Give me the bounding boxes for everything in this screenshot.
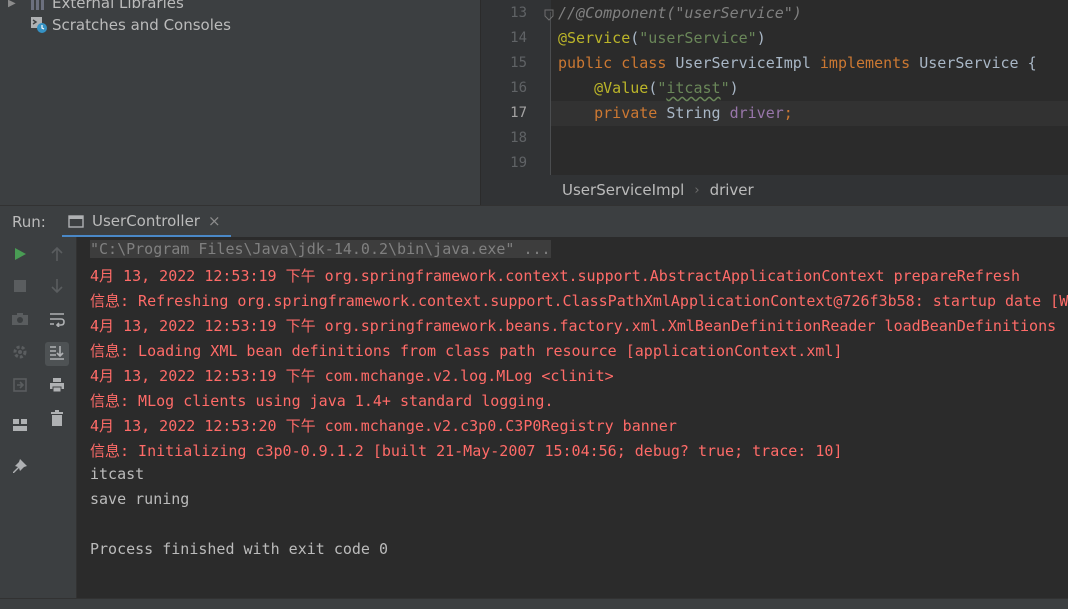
console-line-stderr: 信息: Loading XML bean definitions from cl… — [90, 342, 843, 360]
line-number: 13 — [510, 5, 527, 21]
arrow-down-icon — [50, 278, 64, 299]
fold-marker-icon[interactable] — [544, 6, 554, 21]
code-line-13: //@Component("userService") — [558, 4, 802, 22]
keyword-token: private — [594, 104, 667, 122]
run-label: Run: — [12, 213, 46, 231]
bottom-tool-bar — [0, 598, 1068, 609]
layout-icon — [12, 418, 28, 437]
play-icon — [13, 247, 27, 266]
printer-icon — [49, 377, 65, 398]
console-line-stderr: 信息: MLog clients using java 1.4+ standar… — [90, 392, 554, 410]
string-token-spellcheck: itcast — [666, 79, 721, 97]
annotation-token: @Value — [594, 79, 649, 97]
tree-item-label: External Libraries — [52, 0, 184, 12]
scroll-to-end-button[interactable] — [45, 342, 69, 366]
scroll-to-end-icon — [49, 344, 65, 365]
code-line-16: @Value("itcast") — [558, 79, 739, 97]
console-line-stderr: 4月 13, 2022 12:53:20 下午 com.mchange.v2.c… — [90, 417, 677, 435]
library-icon — [30, 0, 46, 10]
line-number: 14 — [510, 30, 527, 46]
fold-guide — [550, 12, 551, 175]
stop-icon — [14, 279, 26, 297]
semicolon-token: ; — [783, 104, 793, 122]
keyword-token: implements — [819, 54, 920, 72]
code-line-17: private String driver; — [558, 104, 793, 122]
field-token: driver — [729, 104, 784, 122]
exit-button[interactable] — [8, 375, 32, 399]
breadcrumb-separator: › — [694, 182, 700, 198]
previous-occurrence-button[interactable] — [45, 244, 69, 268]
breadcrumb-item-class[interactable]: UserServiceImpl — [562, 181, 684, 199]
soft-wrap-icon — [49, 311, 65, 332]
string-token: "userService" — [639, 29, 757, 47]
paren-token: ( — [648, 79, 658, 97]
line-number: 15 — [510, 55, 527, 71]
dump-threads-button[interactable] — [8, 309, 32, 333]
camera-icon — [11, 312, 29, 331]
next-occurrence-button[interactable] — [45, 276, 69, 300]
clear-all-button[interactable] — [45, 408, 69, 432]
annotation-token: @Service — [558, 29, 631, 47]
console-tab-icon — [68, 214, 84, 228]
arrow-up-icon — [50, 246, 64, 267]
run-toolbar-primary — [0, 237, 40, 608]
comment-text: //@Component("userService") — [558, 4, 802, 22]
console-line-command: "C:\Program Files\Java\jdk-14.0.2\bin\ja… — [90, 240, 551, 258]
run-tool-window-header: Run: UserController × — [0, 205, 1068, 238]
code-editor[interactable]: 13 14 15 16 17 18 19 //@Component("userS… — [481, 0, 1068, 175]
console-line-stderr: 4月 13, 2022 12:53:19 下午 com.mchange.v2.l… — [90, 367, 614, 385]
line-number: 18 — [510, 130, 527, 146]
console-line-stderr: 信息: Initializing c3p0-0.9.1.2 [built 21-… — [90, 442, 843, 460]
tab-user-controller[interactable]: UserController × — [62, 206, 231, 238]
type-token: String — [666, 104, 730, 122]
run-toolbar-secondary — [40, 237, 77, 608]
trash-icon — [50, 409, 64, 431]
soft-wrap-button[interactable] — [45, 309, 69, 333]
exit-icon — [12, 377, 28, 398]
console-output[interactable]: "C:\Program Files\Java\jdk-14.0.2\bin\ja… — [77, 237, 1068, 608]
tab-label: UserController — [92, 211, 200, 230]
tree-item-label: Scratches and Consoles — [52, 16, 231, 34]
project-tree-panel: ▶ External Libraries Scratches and Conso… — [0, 0, 480, 205]
console-line-stdout: save runing — [90, 490, 190, 508]
paren-token: ) — [756, 29, 766, 47]
line-number-current: 17 — [510, 105, 527, 121]
expand-arrow-icon[interactable]: ▶ — [8, 0, 16, 9]
console-line-stderr: 信息: Refreshing org.springframework.conte… — [90, 292, 1068, 310]
paren-token: ( — [630, 29, 640, 47]
console-line-stdout: itcast — [90, 465, 145, 483]
pin-icon — [12, 458, 28, 480]
tree-item-scratches-and-consoles[interactable]: Scratches and Consoles — [30, 14, 231, 36]
console-line-stderr: 4月 13, 2022 12:53:19 下午 org.springframew… — [90, 317, 1057, 335]
interface-token: UserService { — [919, 54, 1037, 72]
print-button[interactable] — [45, 375, 69, 399]
line-number: 19 — [510, 155, 527, 171]
gear-icon — [12, 344, 28, 365]
rerun-button[interactable] — [8, 244, 32, 268]
console-line-exit: Process finished with exit code 0 — [90, 540, 389, 558]
settings-button[interactable] — [8, 342, 32, 366]
breadcrumb: UserServiceImpl › driver — [481, 175, 1068, 205]
line-number: 16 — [510, 80, 527, 96]
breadcrumb-item-field[interactable]: driver — [710, 181, 754, 199]
paren-token: ) — [729, 79, 739, 97]
stop-button[interactable] — [8, 276, 32, 300]
class-name-token: UserServiceImpl — [675, 54, 820, 72]
keyword-token: public class — [558, 54, 676, 72]
code-line-15: public class UserServiceImpl implements … — [558, 54, 1037, 72]
tree-item-external-libraries[interactable]: ▶ External Libraries — [8, 0, 184, 14]
console-line-stderr: 4月 13, 2022 12:53:19 下午 org.springframew… — [90, 267, 1021, 285]
pin-button[interactable] — [8, 457, 32, 481]
scratches-icon — [30, 16, 48, 34]
close-icon[interactable]: × — [208, 212, 221, 230]
layout-button[interactable] — [8, 415, 32, 439]
code-line-14: @Service("userService") — [558, 29, 766, 47]
string-token: " — [720, 79, 730, 97]
